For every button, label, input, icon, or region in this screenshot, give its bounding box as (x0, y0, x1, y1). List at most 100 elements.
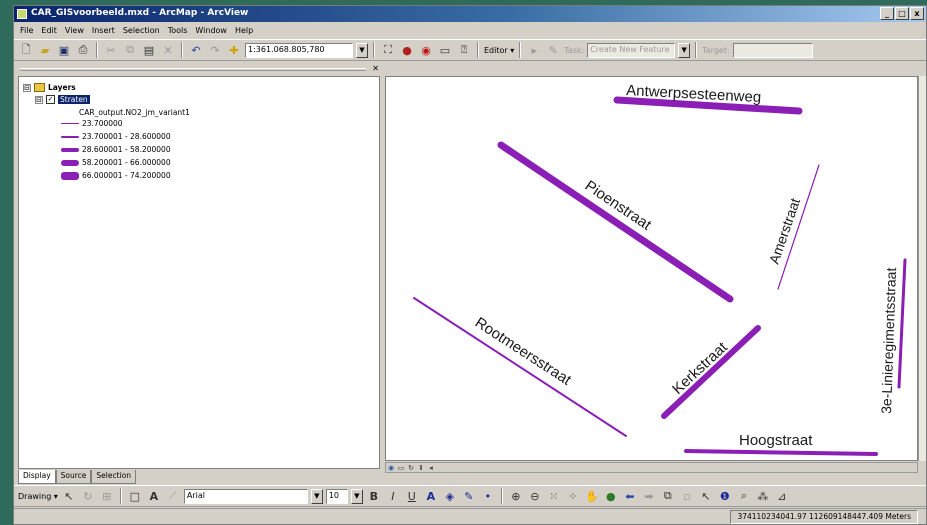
new-document-icon[interactable]: 🗋 (18, 42, 34, 58)
arctoolbox-icon[interactable]: ● (399, 42, 415, 58)
collapse-icon[interactable]: ⊟ (23, 83, 31, 92)
data-view-icon[interactable]: ◉ (386, 463, 396, 472)
identify-icon[interactable]: ❶ (717, 488, 733, 504)
editor-toolbar-icon[interactable]: ⛶ (380, 42, 396, 58)
street-3e-linieregimentsstraat[interactable]: 3e-Linieregimentsstraat (878, 258, 907, 414)
save-icon[interactable]: ▣ (56, 42, 72, 58)
rotate-icon[interactable]: ↻ (80, 488, 96, 504)
street-hoogstraat[interactable]: Hoogstraat (684, 432, 878, 456)
street-amerstraat[interactable]: Amerstraat (766, 164, 820, 290)
back-extent-icon[interactable]: ⬅ (622, 488, 638, 504)
font-select[interactable]: Arial (183, 488, 308, 504)
toc-layer-row[interactable]: ⊟ ✓ Straten (35, 95, 90, 104)
map-canvas[interactable]: Antwerpsesteenweg Pioenstraat Amerstraat… (386, 77, 918, 461)
maximize-button[interactable]: □ (895, 7, 909, 20)
copy-icon[interactable]: ⧉ (122, 42, 138, 58)
find-icon[interactable]: ⌕ (736, 488, 752, 504)
menu-bar: File Edit View Insert Selection Tools Wi… (14, 23, 926, 38)
cut-icon[interactable]: ✂ (103, 42, 119, 58)
measure-icon[interactable]: ⊿ (774, 488, 790, 504)
close-button[interactable]: x (910, 7, 924, 20)
select-elements-icon[interactable]: ↖ (61, 488, 77, 504)
open-folder-icon[interactable]: ▰ (37, 42, 53, 58)
close-icon[interactable]: ✕ (372, 64, 379, 73)
clear-selection-icon[interactable]: ▫ (679, 488, 695, 504)
pan-icon[interactable]: ✋ (584, 488, 600, 504)
fixed-zoom-in-icon[interactable]: ⁙ (546, 488, 562, 504)
street-antwerpsesteenweg[interactable]: Antwerpsesteenweg (613, 82, 803, 115)
menu-help[interactable]: Help (235, 26, 253, 35)
full-extent-icon[interactable]: ● (603, 488, 619, 504)
toc-grip[interactable] (20, 68, 366, 71)
tab-source[interactable]: Source (55, 470, 92, 484)
fill-color-icon[interactable]: ◈ (442, 488, 458, 504)
menu-window[interactable]: Window (195, 26, 227, 35)
minimize-button[interactable]: _ (880, 7, 894, 20)
menu-insert[interactable]: Insert (92, 26, 115, 35)
task-select[interactable]: Create New Feature (587, 42, 676, 58)
font-size-select[interactable]: 10 (325, 488, 348, 504)
chevron-down-icon[interactable]: ▼ (350, 488, 363, 504)
rectangle-icon[interactable]: □ (127, 488, 143, 504)
fixed-zoom-out-icon[interactable]: ⁘ (565, 488, 581, 504)
paste-icon[interactable]: ▤ (141, 42, 157, 58)
marker-color-icon[interactable]: • (480, 488, 496, 504)
whats-this-icon[interactable]: ⍰ (456, 42, 472, 58)
chevron-down-icon[interactable]: ▼ (356, 42, 368, 58)
menu-tools[interactable]: Tools (168, 26, 188, 35)
toc-root-row[interactable]: ⊟ Layers (23, 83, 76, 92)
zoom-in-icon[interactable]: ⊕ (508, 488, 524, 504)
command-line-icon[interactable]: ◉ (418, 42, 434, 58)
street-kerkstraat[interactable]: Kerkstraat (661, 325, 761, 419)
redo-icon[interactable]: ↷ (207, 42, 223, 58)
street-rootmeersstraat[interactable]: Rootmeersstraat (413, 297, 627, 437)
print-icon[interactable]: ⎙ (75, 42, 91, 58)
sketch-tool-icon[interactable]: ✎ (545, 42, 561, 58)
street-label: Kerkstraat (669, 338, 731, 398)
chevron-down-icon[interactable]: ▼ (678, 42, 691, 58)
zoom-out-icon[interactable]: ⊖ (527, 488, 543, 504)
refresh-icon[interactable]: ↻ (406, 463, 416, 472)
add-data-icon[interactable]: ✚ (226, 42, 242, 58)
zoom-whole-page-icon[interactable]: ⊞ (99, 488, 115, 504)
pause-drawing-icon[interactable]: Ⅱ (416, 463, 426, 472)
tab-display[interactable]: Display (18, 470, 56, 484)
select-features-icon[interactable]: ⧉ (660, 488, 676, 504)
map-view[interactable]: Antwerpsesteenweg Pioenstraat Amerstraat… (385, 76, 918, 461)
menu-selection[interactable]: Selection (123, 26, 160, 35)
street-line (413, 297, 627, 437)
map-horizontal-scrollbar[interactable]: ◉ ▭ ↻ Ⅱ ◂ (385, 462, 918, 473)
undo-icon[interactable]: ↶ (188, 42, 204, 58)
scroll-left-icon[interactable]: ◂ (426, 463, 436, 472)
delete-icon[interactable]: ✕ (160, 42, 176, 58)
text-icon[interactable]: A (146, 488, 162, 504)
drawing-menu[interactable]: Drawing ▾ (18, 492, 58, 501)
font-color-icon[interactable]: A (423, 488, 439, 504)
collapse-icon[interactable]: ⊟ (35, 95, 43, 104)
forward-extent-icon[interactable]: ➡ (641, 488, 657, 504)
target-select[interactable] (732, 42, 813, 58)
go-to-xy-icon[interactable]: ⁂ (755, 488, 771, 504)
menu-file[interactable]: File (20, 26, 33, 35)
layout-view-icon[interactable]: ▭ (396, 463, 406, 472)
edit-vertices-icon[interactable]: ⟋ (165, 488, 181, 504)
layer-name[interactable]: Straten (58, 95, 90, 104)
layer-visibility-checkbox[interactable]: ✓ (46, 95, 55, 104)
street-pioenstraat[interactable]: Pioenstraat (497, 141, 734, 303)
line-color-icon[interactable]: ✎ (461, 488, 477, 504)
menu-edit[interactable]: Edit (41, 26, 57, 35)
bold-icon[interactable]: B (366, 488, 382, 504)
toolbar-separator (500, 488, 503, 504)
select-arrow-icon[interactable]: ↖ (698, 488, 714, 504)
title-bar[interactable]: CAR_GISvoorbeeld.mxd - ArcMap - ArcView … (14, 6, 926, 22)
menu-view[interactable]: View (65, 26, 84, 35)
tab-selection[interactable]: Selection (91, 470, 136, 484)
map-vertical-scrollbar[interactable] (918, 76, 926, 461)
underline-icon[interactable]: U (404, 488, 420, 504)
editor-menu[interactable]: Editor ▾ (484, 46, 514, 55)
edit-tool-icon[interactable]: ▸ (526, 42, 542, 58)
italic-icon[interactable]: I (385, 488, 401, 504)
map-scale-field[interactable]: 1:361.068.805,780 (245, 42, 353, 58)
chevron-down-icon[interactable]: ▼ (310, 488, 323, 504)
window-icon[interactable]: ▭ (437, 42, 453, 58)
